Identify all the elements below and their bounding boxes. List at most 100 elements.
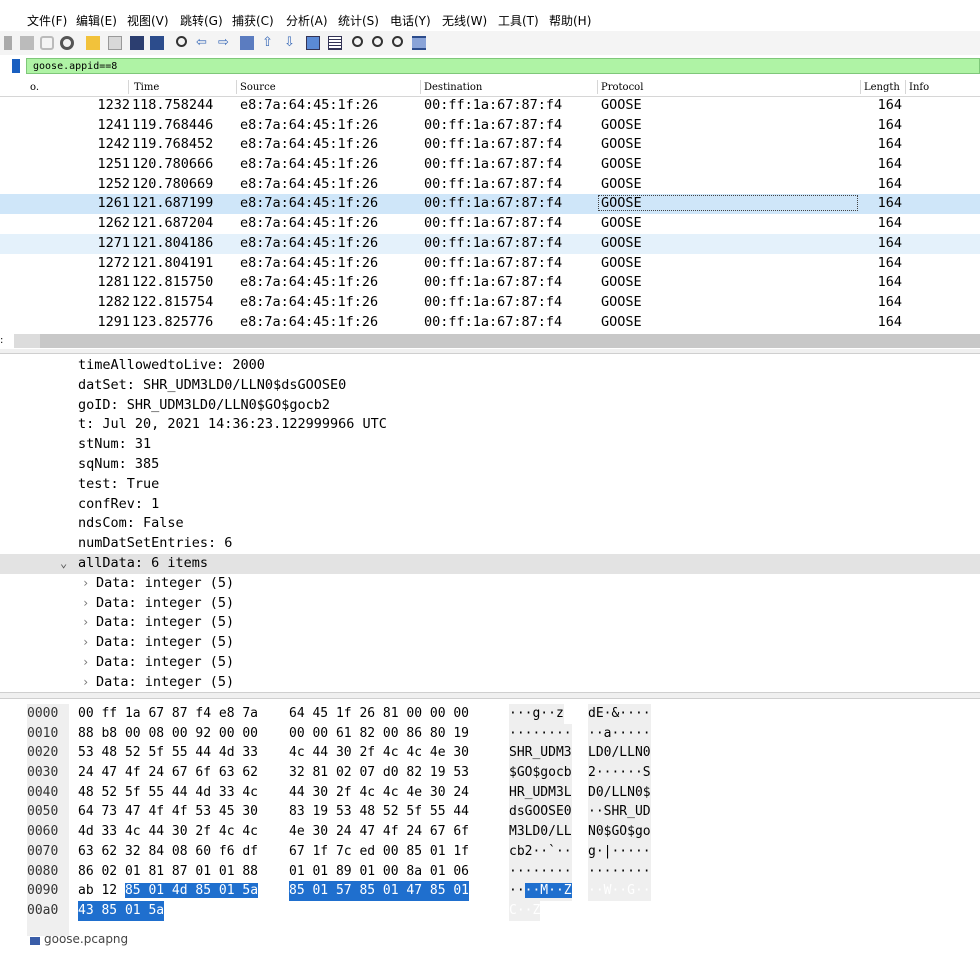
detail-item[interactable]: confRev: 1	[0, 495, 980, 515]
restart-icon[interactable]	[40, 36, 54, 50]
selected-bytes-hex[interactable]: 85 01 57 85 01 47 85 01	[289, 881, 470, 901]
status-filename[interactable]: goose.pcapng	[44, 932, 128, 946]
filter-bookmark[interactable]	[0, 58, 26, 74]
chevron-right-icon[interactable]: ›	[82, 574, 89, 594]
detail-item[interactable]: test: True	[0, 475, 980, 495]
detail-item-alldata[interactable]: ⌄ allData: 6 items	[0, 553, 980, 574]
packet-length: 164	[877, 274, 902, 291]
packet-row[interactable]: 1271 121.804186 e8:7a:64:45:1f:26 00:ff:1a:…	[0, 233, 980, 254]
bytes-row[interactable]: 0090 ab 12 85 01 4d 85 01 5a 85 01 57 85 0…	[0, 881, 980, 901]
menu-file[interactable]: 文件(F)	[27, 12, 67, 29]
colorize-icon[interactable]	[328, 36, 342, 50]
packet-row[interactable]: 1251 120.780666 e8:7a:64:45:1f:26 00:ff:1a:…	[0, 155, 980, 175]
col-no-header[interactable]: o.	[30, 82, 39, 93]
chevron-right-icon[interactable]: ›	[82, 633, 89, 653]
zoom-out-icon[interactable]	[372, 36, 383, 47]
menu-statistics[interactable]: 统计(S)	[338, 12, 379, 29]
chevron-right-icon[interactable]: ›	[82, 653, 89, 673]
menu-analyze[interactable]: 分析(A)	[286, 12, 328, 29]
selected-bytes-ascii[interactable]: ··W··G··	[588, 881, 651, 901]
packet-list-hscrollbar[interactable]: :	[0, 334, 980, 348]
pane-splitter[interactable]	[0, 692, 980, 699]
menu-wireless[interactable]: 无线(W)	[442, 12, 487, 29]
menu-tools[interactable]: 工具(T)	[498, 12, 539, 29]
detail-item[interactable]: datSet: SHR_UDM3LD0/LLN0$dsGOOSE0	[0, 376, 980, 396]
bytes-row[interactable]: 0060 4d 33 4c 44 30 2f 4c 4c 4e 30 24 47 4…	[0, 822, 980, 842]
shark-fin-icon[interactable]	[4, 36, 12, 50]
back-arrow-icon[interactable]: ⇦	[196, 36, 210, 50]
detail-subitem[interactable]: › Data: integer (5)	[0, 653, 980, 673]
chevron-right-icon[interactable]: ›	[82, 613, 89, 633]
chevron-right-icon[interactable]: ›	[82, 673, 89, 693]
resize-columns-icon[interactable]	[412, 36, 426, 50]
packet-row[interactable]: 1281 122.815750 e8:7a:64:45:1f:26 00:ff:1a:…	[0, 273, 980, 293]
detail-item[interactable]: goID: SHR_UDM3LD0/LLN0$GO$gocb2	[0, 396, 980, 416]
selected-bytes-ascii[interactable]: C··Z	[509, 900, 541, 921]
stop-icon[interactable]	[20, 36, 34, 50]
save-icon[interactable]	[108, 36, 122, 50]
packet-row[interactable]: 1241 119.768446 e8:7a:64:45:1f:26 00:ff:1a:…	[0, 116, 980, 136]
menu-help[interactable]: 帮助(H)	[549, 12, 591, 29]
pane-splitter[interactable]	[0, 349, 980, 354]
normal-size-icon[interactable]	[392, 36, 403, 47]
detail-item[interactable]: ndsCom: False	[0, 514, 980, 534]
bytes-row[interactable]: 0040 48 52 5f 55 44 4d 33 4c 44 30 2f 4c 4…	[0, 782, 980, 803]
zoom-in-icon[interactable]	[352, 36, 363, 47]
detail-item[interactable]: sqNum: 385	[0, 455, 980, 475]
menu-view[interactable]: 视图(V)	[127, 12, 169, 29]
autoscroll-icon[interactable]	[306, 36, 320, 50]
scroll-thumb[interactable]	[40, 334, 980, 348]
selected-bytes-hex[interactable]: 43 85 01 5a	[78, 900, 165, 921]
menu-capture[interactable]: 捕获(C)	[232, 12, 274, 29]
bytes-row[interactable]: 0000 00 ff 1a 67 87 f4 e8 7a 64 45 1f 26 8…	[0, 704, 980, 724]
bytes-row[interactable]: 0080 86 02 01 81 87 01 01 88 01 01 89 01 0…	[0, 861, 980, 882]
detail-item[interactable]: t: Jul 20, 2021 14:36:23.122999966 UTC	[0, 415, 980, 435]
detail-subitem[interactable]: › Data: integer (5)	[0, 574, 980, 594]
last-packet-icon[interactable]: ⇩	[284, 36, 298, 50]
col-protocol-header[interactable]: Protocol	[601, 82, 643, 93]
options-icon[interactable]	[60, 36, 74, 50]
packet-row[interactable]: 1252 120.780669 e8:7a:64:45:1f:26 00:ff:1a:…	[0, 175, 980, 195]
detail-subitem[interactable]: › Data: integer (5)	[0, 633, 980, 653]
chevron-down-icon[interactable]: ⌄	[60, 554, 67, 574]
first-packet-icon[interactable]: ⇧	[262, 36, 276, 50]
selected-bytes-hex[interactable]: 85 01 4d 85 01 5a	[124, 883, 259, 899]
detail-subitem[interactable]: › Data: integer (5)	[0, 613, 980, 633]
detail-subitem[interactable]: › Data: integer (5)	[0, 673, 980, 693]
menu-telephony[interactable]: 电话(Y)	[390, 12, 431, 29]
packet-row[interactable]: 1232 118.758244 e8:7a:64:45:1f:26 00:ff:1a:…	[0, 96, 980, 116]
packet-row[interactable]: 1282 122.815754 e8:7a:64:45:1f:26 00:ff:1a:…	[0, 293, 980, 313]
col-time-header[interactable]: Time	[134, 82, 159, 93]
detail-item[interactable]: stNum: 31	[0, 435, 980, 455]
chevron-right-icon[interactable]: ›	[82, 594, 89, 614]
packet-row[interactable]: 1242 119.768452 e8:7a:64:45:1f:26 00:ff:1a:…	[0, 135, 980, 155]
menu-go[interactable]: 跳转(G)	[180, 12, 223, 29]
reload-icon[interactable]	[150, 36, 164, 50]
col-info-header[interactable]: Info	[909, 82, 929, 93]
col-length-header[interactable]: Length	[864, 82, 900, 93]
goto-packet-icon[interactable]	[240, 36, 254, 50]
packet-row-selected[interactable]: 1261 121.687199 e8:7a:64:45:1f:26 00:ff:1a:…	[0, 194, 980, 215]
detail-item[interactable]: timeAllowedtoLive: 2000	[0, 356, 980, 376]
scroll-left-icon[interactable]: :	[0, 334, 14, 348]
bytes-row[interactable]: 00a0 43 85 01 5a C··Z	[0, 900, 980, 921]
col-source-header[interactable]: Source	[240, 82, 276, 93]
bytes-row[interactable]: 0070 63 62 32 84 08 60 f6 df 67 1f 7c ed 0…	[0, 841, 980, 862]
packet-row[interactable]: 1291 123.825776 e8:7a:64:45:1f:26 00:ff:1a:…	[0, 313, 980, 333]
close-file-icon[interactable]	[130, 36, 144, 50]
menu-edit[interactable]: 编辑(E)	[76, 12, 117, 29]
packet-row[interactable]: 1272 121.804191 e8:7a:64:45:1f:26 00:ff:1a:…	[0, 254, 980, 274]
bytes-row[interactable]: 0050 64 73 47 4f 4f 53 45 30 83 19 53 48 5…	[0, 802, 980, 823]
selected-bytes-ascii[interactable]: ··M··Z	[524, 883, 572, 899]
display-filter-input[interactable]: goose.appid==8	[26, 58, 980, 74]
bytes-row[interactable]: 0030 24 47 4f 24 67 6f 63 62 32 81 02 07 d…	[0, 763, 980, 783]
detail-subitem[interactable]: › Data: integer (5)	[0, 594, 980, 614]
packet-row[interactable]: 1262 121.687204 e8:7a:64:45:1f:26 00:ff:1a:…	[0, 214, 980, 234]
open-folder-icon[interactable]	[86, 36, 100, 50]
forward-arrow-icon[interactable]: ⇨	[218, 36, 232, 50]
bytes-row[interactable]: 0020 53 48 52 5f 55 44 4d 33 4c 44 30 2f 4…	[0, 743, 980, 764]
find-icon[interactable]	[176, 36, 187, 47]
col-destination-header[interactable]: Destination	[424, 82, 482, 93]
detail-item[interactable]: numDatSetEntries: 6	[0, 534, 980, 554]
bytes-row[interactable]: 0010 88 b8 00 08 00 92 00 00 00 00 61 82 0…	[0, 723, 980, 744]
